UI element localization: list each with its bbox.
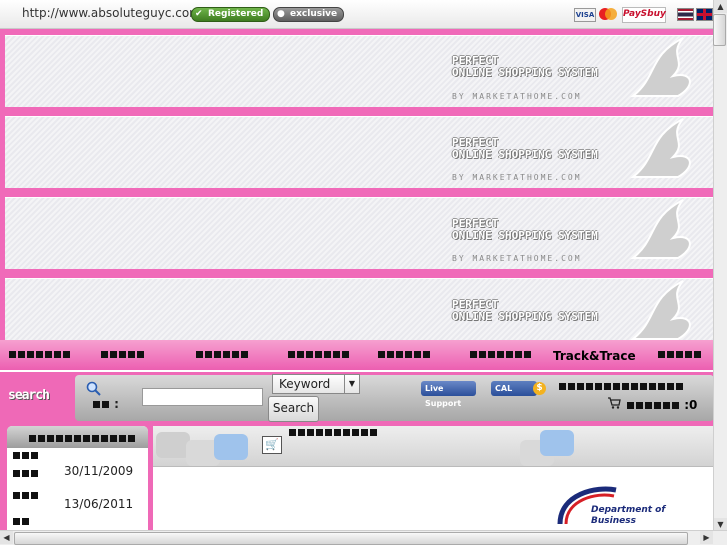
magnifier-icon <box>86 381 101 396</box>
top-bar: http://www.absoluteguyc.com ✔ Registered … <box>0 0 714 29</box>
header-banner <box>5 35 714 107</box>
registered-badge: ✔ Registered <box>191 7 271 22</box>
header-banner <box>5 197 714 269</box>
cart-icon: 🛒 <box>262 436 282 454</box>
search-logo: search <box>8 388 50 403</box>
coin-icon[interactable]: $ <box>533 382 546 395</box>
calendar-button[interactable]: CAL <box>491 381 537 396</box>
banner-title: PERFECT ONLINE SHOPPING SYSTEM <box>452 298 598 323</box>
vertical-scroll-thumb[interactable] <box>713 14 726 46</box>
header-banner <box>5 278 714 341</box>
flame-graphic <box>630 118 691 178</box>
keyword-select[interactable]: Keyword ▼ <box>272 374 360 394</box>
cart-count: :0 <box>626 398 697 412</box>
exclusive-badge: ● exclusive <box>273 7 345 22</box>
uk-flag-icon[interactable] <box>696 8 713 21</box>
header-banner <box>5 116 714 188</box>
flame-graphic <box>630 199 691 259</box>
stat-label <box>12 466 39 480</box>
puzzle-graphic <box>540 430 574 456</box>
main-panel-title <box>288 425 378 439</box>
nav-item-products[interactable] <box>100 348 145 362</box>
horizontal-scroll-thumb[interactable] <box>14 532 688 545</box>
stats-title <box>28 431 136 445</box>
banner-subtitle: BY MARKETATHOME.COM <box>452 92 582 101</box>
chevron-down-icon: ▼ <box>344 375 359 393</box>
vertical-scrollbar[interactable]: ▲ ▼ <box>713 0 727 531</box>
horizontal-scrollbar[interactable]: ◀ ▶ <box>0 530 727 545</box>
search-label: : <box>92 397 119 411</box>
visa-icon: VISA <box>574 8 596 22</box>
thai-flag-icon[interactable] <box>677 8 694 21</box>
star-icon: ● <box>277 9 285 19</box>
member-link[interactable] <box>558 379 684 393</box>
cart-icon[interactable] <box>607 397 621 409</box>
flame-graphic <box>630 280 691 340</box>
stat-label <box>12 448 39 462</box>
scroll-up-icon[interactable]: ▲ <box>714 0 727 13</box>
puzzle-graphic <box>214 434 248 460</box>
search-input[interactable] <box>142 388 263 406</box>
nav-item-more[interactable] <box>657 348 702 362</box>
stat-label <box>12 514 30 528</box>
stat-date-update: 13/06/2011 <box>64 497 134 511</box>
flame-graphic <box>630 37 691 97</box>
stat-date-start: 30/11/2009 <box>64 464 134 478</box>
scroll-left-icon[interactable]: ◀ <box>0 531 13 544</box>
site-url[interactable]: http://www.absoluteguyc.com <box>22 6 201 20</box>
banner-subtitle: BY MARKETATHOME.COM <box>452 254 582 263</box>
nav-item-howto[interactable] <box>287 348 350 362</box>
banner-subtitle: BY MARKETATHOME.COM <box>452 173 582 182</box>
nav-item-payment[interactable] <box>195 348 249 362</box>
live-support-button[interactable]: Live Support <box>421 381 476 408</box>
scroll-right-icon[interactable]: ▶ <box>700 531 713 544</box>
nav-item-webboard[interactable] <box>377 348 431 362</box>
banner-title: PERFECT ONLINE SHOPPING SYSTEM <box>452 54 598 79</box>
dbd-logo-text: Department of Business <box>591 505 666 526</box>
banner-title: PERFECT ONLINE SHOPPING SYSTEM <box>452 136 598 161</box>
banner-title: PERFECT ONLINE SHOPPING SYSTEM <box>452 217 598 242</box>
check-icon: ✔ <box>195 9 203 19</box>
search-button[interactable]: Search <box>268 396 319 422</box>
nav-item-track-trace[interactable]: Track&Trace <box>553 349 636 363</box>
paysbuy-icon: PaySbuy <box>622 7 666 23</box>
puzzle-graphic <box>156 432 190 458</box>
nav-item-contact[interactable] <box>469 348 532 362</box>
mastercard-icon <box>599 8 617 20</box>
nav-item-home[interactable] <box>8 348 71 362</box>
stat-label <box>12 488 39 502</box>
